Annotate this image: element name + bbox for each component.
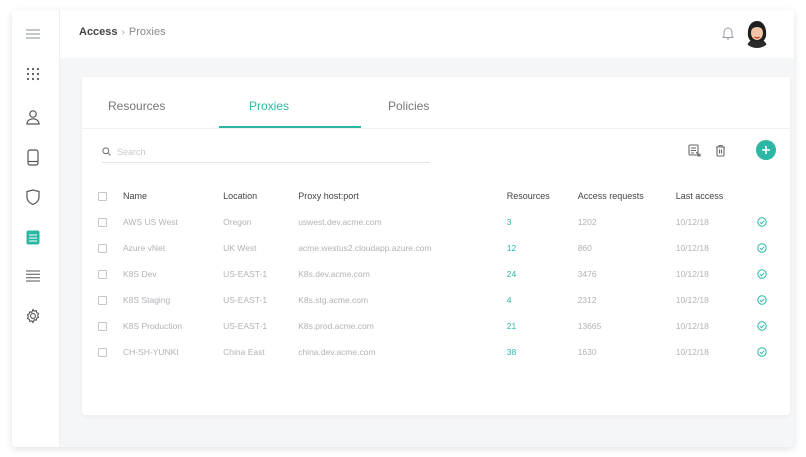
sidebar [12, 10, 60, 447]
proxy-last-access: 10/12/18 [675, 295, 709, 305]
proxy-name: K8S Staging [123, 295, 171, 305]
tab-policies[interactable]: Policies [388, 99, 429, 113]
proxy-access-requests: 13665 [577, 321, 602, 331]
proxy-last-access: 10/12/18 [675, 217, 709, 227]
proxy-location: Oregon [223, 217, 252, 227]
column-header-location[interactable]: Location [223, 183, 298, 209]
proxy-last-access: 10/12/18 [675, 347, 709, 357]
table-header-row: Name Location Proxy host:port Resources … [98, 183, 778, 209]
proxy-location: UK West [223, 243, 257, 253]
table-row[interactable]: AWS US West Oregon uswest.dev.acme.com 3… [98, 209, 778, 235]
search-input[interactable] [117, 146, 407, 157]
proxy-last-access: 10/12/18 [675, 243, 709, 253]
table-row[interactable]: K8S Staging US-EAST-1 K8s.stg.acme.com 4… [98, 287, 778, 313]
proxy-resources-link[interactable]: 24 [507, 261, 578, 287]
proxy-access-requests: 1630 [577, 347, 597, 357]
active-tab-indicator [219, 126, 361, 128]
proxy-resources-link[interactable]: 38 [507, 339, 578, 365]
row-checkbox[interactable] [98, 296, 107, 306]
row-checkbox[interactable] [98, 218, 107, 228]
proxies-table: Name Location Proxy host:port Resources … [98, 183, 778, 365]
proxy-host: K8s.dev.acme.com [298, 269, 370, 279]
proxies-card: Resources Proxies Policies Search Name L… [82, 77, 790, 415]
column-header-access-requests[interactable]: Access requests [578, 183, 676, 209]
proxy-host: K8s.prod.acme.com [298, 321, 374, 331]
table-row[interactable]: Azure vNet UK West acme.westus2.cloudapp… [98, 235, 778, 261]
row-checkbox[interactable] [98, 270, 107, 280]
table-row[interactable]: K8S Dev US-EAST-1 K8s.dev.acme.com 24 34… [98, 261, 778, 287]
app-window: Access › Proxies Resources Proxies Polic… [12, 10, 794, 447]
proxy-location: US-EAST-1 [223, 321, 268, 331]
proxy-name: AWS US West [123, 217, 178, 227]
proxy-access-requests: 3476 [577, 269, 597, 279]
hamburger-menu-icon[interactable] [23, 24, 43, 44]
export-icon[interactable] [686, 142, 702, 158]
proxy-name: K8S Production [123, 321, 183, 331]
proxy-name: Azure vNet [123, 243, 166, 253]
status-check-icon [757, 217, 767, 228]
tab-bar: Resources Proxies Policies [82, 77, 790, 129]
tab-resources[interactable]: Resources [108, 99, 165, 113]
status-check-icon [757, 269, 767, 280]
proxy-last-access: 10/12/18 [675, 269, 709, 279]
status-check-icon [757, 347, 767, 358]
breadcrumb-current: Proxies [128, 26, 166, 38]
row-checkbox[interactable] [98, 348, 107, 358]
column-header-name[interactable]: Name [123, 183, 223, 209]
proxy-host: acme.westus2.cloudapp.azure.com [298, 243, 432, 253]
row-checkbox[interactable] [98, 244, 107, 254]
proxy-resources-link[interactable]: 4 [507, 287, 578, 313]
delete-icon[interactable] [712, 142, 728, 158]
proxy-location: US-EAST-1 [223, 295, 268, 305]
breadcrumb: Access › Proxies [79, 26, 166, 38]
status-check-icon [757, 321, 767, 332]
settings-gear-icon[interactable] [23, 306, 43, 326]
user-icon[interactable] [23, 107, 43, 127]
column-header-proxy-host[interactable]: Proxy host:port [298, 183, 507, 209]
tab-proxies[interactable]: Proxies [249, 99, 289, 113]
table-row[interactable]: K8S Production US-EAST-1 K8s.prod.acme.c… [98, 313, 778, 339]
proxy-resources-link[interactable]: 12 [507, 235, 578, 261]
user-avatar[interactable] [742, 18, 772, 48]
add-proxy-button[interactable] [756, 140, 776, 160]
status-check-icon [757, 243, 767, 254]
proxy-access-requests: 1202 [577, 217, 597, 227]
proxy-access-requests: 2312 [577, 295, 597, 305]
plus-icon [762, 146, 770, 154]
breadcrumb-separator: › [121, 26, 125, 38]
column-header-last-access[interactable]: Last access [676, 183, 757, 209]
breadcrumb-access-link[interactable]: Access [79, 26, 118, 38]
list-icon[interactable] [23, 266, 43, 286]
search-icon [102, 147, 111, 156]
status-check-icon [757, 295, 767, 306]
server-icon[interactable] [23, 227, 43, 247]
table-toolbar [82, 129, 790, 173]
proxy-host: china.dev.acme.com [298, 347, 376, 357]
proxy-host: uswest.dev.acme.com [298, 217, 382, 227]
proxy-location: US-EAST-1 [223, 269, 268, 279]
proxy-host: K8s.stg.acme.com [298, 295, 369, 305]
proxy-name: CH-SH-YUNKI [123, 347, 179, 357]
notification-bell-icon[interactable] [722, 26, 734, 45]
search-box [102, 141, 430, 163]
table-row[interactable]: CH-SH-YUNKI China East china.dev.acme.co… [98, 339, 778, 365]
row-checkbox[interactable] [98, 322, 107, 332]
proxy-location: China East [223, 347, 265, 357]
column-header-resources[interactable]: Resources [507, 183, 578, 209]
mobile-device-icon[interactable] [23, 147, 43, 167]
apps-grid-icon[interactable] [23, 64, 43, 84]
proxy-name: K8S Dev [123, 269, 157, 279]
proxy-resources-link[interactable]: 3 [507, 209, 578, 235]
top-bar: Access › Proxies [60, 10, 794, 58]
proxy-access-requests: 860 [577, 243, 592, 253]
proxy-last-access: 10/12/18 [675, 321, 709, 331]
shield-icon[interactable] [23, 187, 43, 207]
select-all-checkbox[interactable] [98, 192, 107, 202]
proxy-resources-link[interactable]: 21 [507, 313, 578, 339]
